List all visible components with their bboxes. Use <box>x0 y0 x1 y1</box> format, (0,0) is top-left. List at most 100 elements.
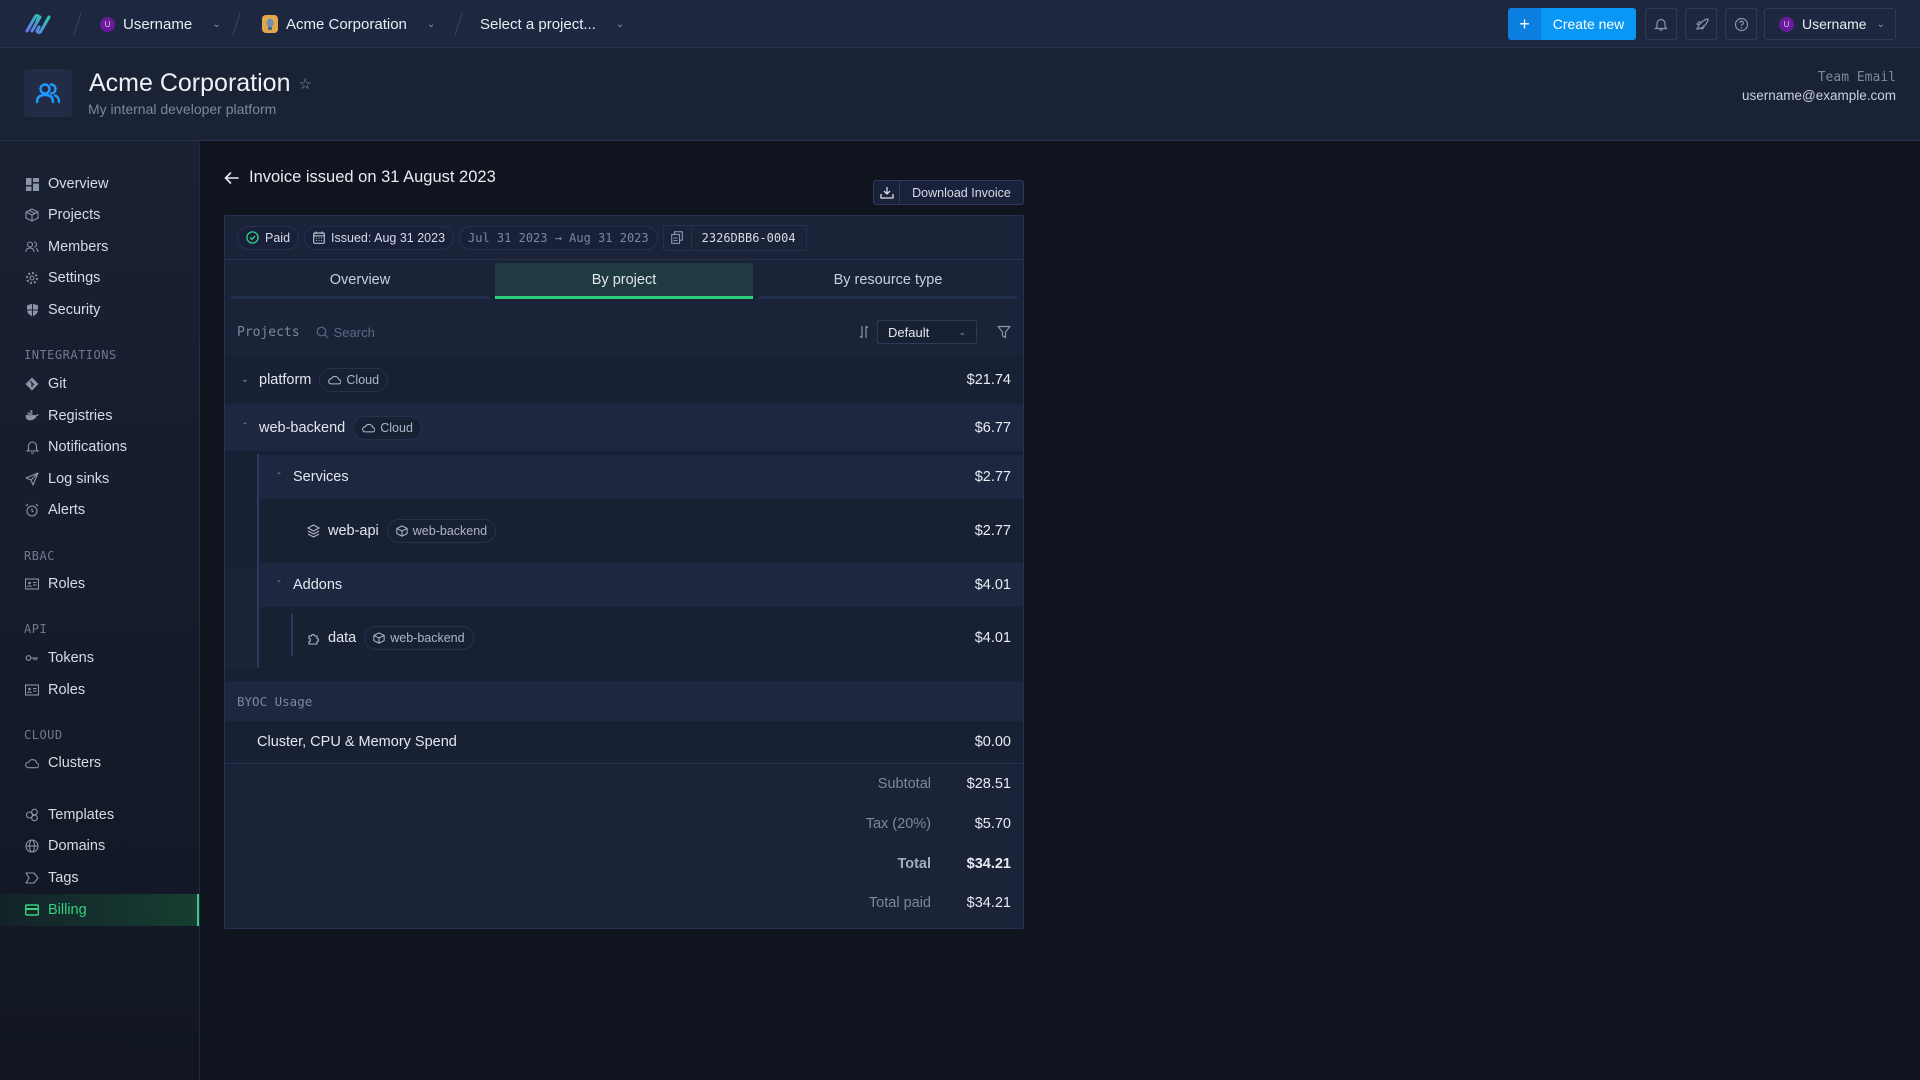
project-selector-label: Select a project... <box>480 15 596 33</box>
sidebar-item-label: Projects <box>48 207 101 223</box>
sort-icon[interactable] <box>859 325 869 339</box>
download-invoice-button[interactable]: Download Invoice <box>873 180 1024 205</box>
search-input[interactable]: Search <box>316 325 375 340</box>
sidebar-item-label: Git <box>48 376 67 392</box>
sidebar-item-label: Tokens <box>48 650 94 666</box>
project-row-platform[interactable]: ⌄ platform Cloud $21.74 <box>225 356 1023 403</box>
sidebar-item-label: Log sinks <box>48 471 110 487</box>
filter-icon[interactable] <box>997 325 1011 339</box>
box-icon <box>25 208 39 222</box>
sidebar-item-settings[interactable]: Settings <box>0 262 199 294</box>
users-icon <box>25 240 39 254</box>
byoc-item-name: Cluster, CPU & Memory Spend <box>257 734 457 750</box>
sidebar-item-label: Overview <box>48 176 109 192</box>
status-text: Paid <box>265 230 291 245</box>
sidebar-item-notifications[interactable]: Notifications <box>0 431 199 463</box>
group-row-addons[interactable]: ˆ Addons $4.01 <box>259 563 1023 607</box>
app-logo-icon[interactable] <box>24 13 52 35</box>
sidebar-item-alerts[interactable]: Alerts <box>0 494 199 526</box>
project-type-chip: Cloud <box>319 367 389 392</box>
box-icon <box>396 525 408 537</box>
chevron-up-icon[interactable]: ˆ <box>273 580 285 591</box>
chevron-up-icon[interactable]: ˆ <box>239 422 251 433</box>
chevron-up-icon[interactable]: ˆ <box>273 472 285 483</box>
send-icon <box>25 472 39 486</box>
sort-controls: Default ⌄ <box>859 320 1011 344</box>
sidebar-item-log-sinks[interactable]: Log sinks <box>0 463 199 495</box>
resource-amount: $4.01 <box>974 630 1011 646</box>
sidebar-item-api-roles[interactable]: Roles <box>0 674 199 706</box>
globe-icon <box>25 839 39 853</box>
section-cloud: CLOUD <box>24 728 63 742</box>
sidebar-item-label: Tags <box>48 870 79 886</box>
search-icon <box>316 326 329 339</box>
resource-amount: $2.77 <box>974 523 1011 539</box>
user-menu-button[interactable]: U Username ⌄ <box>1764 8 1896 40</box>
user-breadcrumb[interactable]: U Username ⌄ <box>100 0 221 48</box>
sidebar-item-git[interactable]: Git <box>0 368 199 400</box>
byoc-row: Cluster, CPU & Memory Spend $0.00 <box>225 721 1023 764</box>
invoice-meta: Paid Issued: Aug 31 2023 Jul 31 2023 → A… <box>225 216 1023 260</box>
sort-select[interactable]: Default ⌄ <box>877 320 977 344</box>
credit-card-icon <box>25 903 39 917</box>
notifications-button[interactable] <box>1645 8 1677 40</box>
create-new-button[interactable]: + Create new <box>1508 8 1636 40</box>
sidebar-item-label: Alerts <box>48 502 86 518</box>
chevron-down-icon: ⌄ <box>1876 18 1885 30</box>
spacer <box>225 669 1023 681</box>
sidebar-item-templates[interactable]: Templates <box>0 799 199 831</box>
chip-label: web-backend <box>390 631 465 645</box>
chip-label: Cloud <box>346 372 380 387</box>
sidebar-item-clusters[interactable]: Clusters <box>0 747 199 779</box>
sidebar-item-security[interactable]: Security <box>0 294 199 326</box>
bell-icon <box>25 440 39 454</box>
tab-by-resource-type[interactable]: By resource type <box>759 263 1017 299</box>
help-button[interactable] <box>1725 8 1757 40</box>
sort-select-value: Default <box>888 324 930 340</box>
org-breadcrumb[interactable]: Acme Corporation ⌄ <box>262 0 435 48</box>
sidebar-item-projects[interactable]: Projects <box>0 199 199 231</box>
key-icon <box>25 651 39 665</box>
project-name: web-backend <box>259 419 346 436</box>
back-arrow-icon[interactable] <box>224 171 239 184</box>
sidebar-item-label: Members <box>48 239 109 255</box>
sidebar-item-registries[interactable]: Registries <box>0 400 199 432</box>
sidebar-item-billing[interactable]: Billing <box>0 894 199 926</box>
tab-overview[interactable]: Overview <box>231 263 489 299</box>
tag-icon <box>25 871 39 885</box>
box-icon <box>373 632 385 644</box>
tax-label: Tax (20%) <box>865 816 931 832</box>
gear-icon <box>25 271 39 285</box>
resource-row-web-api[interactable]: web-api web-backend $2.77 <box>259 500 1023 562</box>
byoc-amount: $0.00 <box>974 734 1011 750</box>
project-selector[interactable]: Select a project... ⌄ <box>480 0 624 48</box>
group-row-services[interactable]: ˆ Services $2.77 <box>259 455 1023 499</box>
sidebar-item-tokens[interactable]: Tokens <box>0 642 199 674</box>
group-name: Services <box>293 469 349 485</box>
status-badge: Paid <box>237 225 300 250</box>
resource-project-chip: web-backend <box>386 519 497 543</box>
sidebar-item-domains[interactable]: Domains <box>0 830 199 862</box>
org-avatar <box>262 15 278 33</box>
help-circle-icon <box>1734 17 1749 32</box>
chevron-down-icon[interactable]: ⌄ <box>239 374 251 385</box>
tab-by-project[interactable]: By project <box>495 263 753 299</box>
org-title-text: Acme Corporation <box>89 69 291 97</box>
project-row-web-backend[interactable]: ˆ web-backend Cloud $6.77 <box>225 404 1023 451</box>
sidebar-item-tags[interactable]: Tags <box>0 862 199 894</box>
top-bar: U Username ⌄ Acme Corporation ⌄ Select a… <box>0 0 1920 48</box>
sidebar-item-label: Domains <box>48 838 106 854</box>
sidebar-item-rbac-roles[interactable]: Roles <box>0 568 199 600</box>
star-icon[interactable]: ☆ <box>298 75 311 93</box>
sidebar-item-label: Registries <box>48 408 113 424</box>
section-api: API <box>24 622 48 636</box>
sidebar-item-members[interactable]: Members <box>0 231 199 263</box>
sidebar-item-overview[interactable]: Overview <box>0 168 199 200</box>
total-paid-label: Total paid <box>868 895 931 911</box>
deploy-button[interactable] <box>1685 8 1717 40</box>
issued-date-badge: Issued: Aug 31 2023 <box>304 225 455 250</box>
copy-icon[interactable] <box>664 225 692 250</box>
breadcrumb-divider <box>454 12 463 36</box>
team-email: Team Email username@example.com <box>1742 70 1896 103</box>
resource-row-data[interactable]: data web-backend $4.01 <box>259 607 1023 669</box>
